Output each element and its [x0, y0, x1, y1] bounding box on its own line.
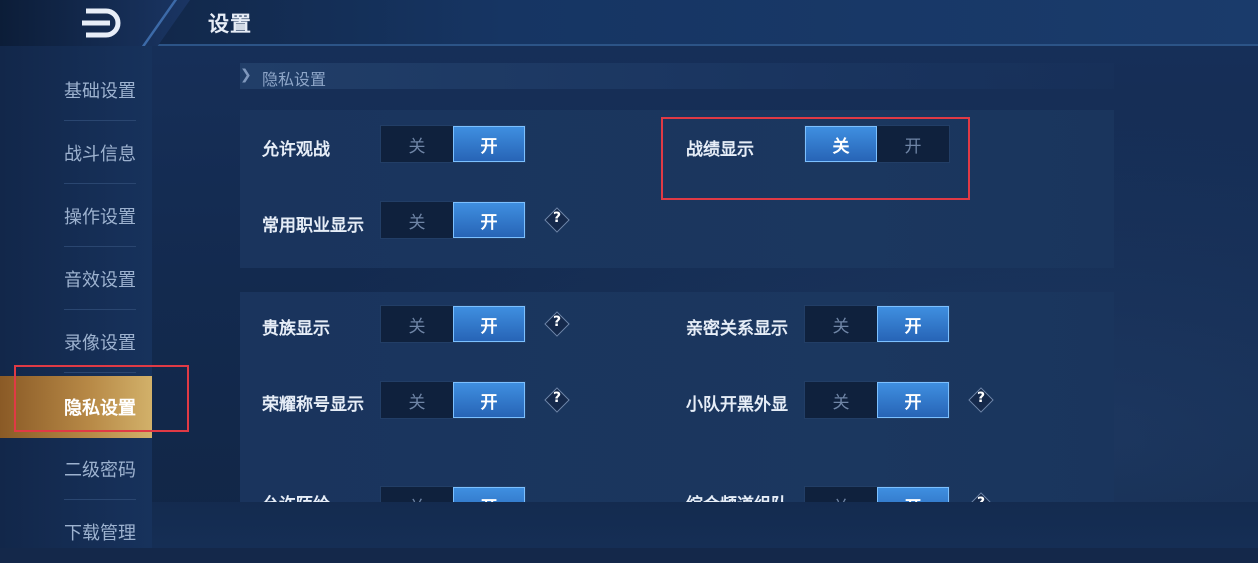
- help-icon[interactable]: ?: [544, 387, 570, 413]
- toggle-off-option[interactable]: 关: [381, 126, 453, 162]
- setting-label: 常用职业显示: [262, 216, 364, 236]
- chevron-right-icon: ❯: [240, 67, 252, 83]
- honor-title-display-toggle[interactable]: 关 开: [380, 381, 526, 419]
- setting-label: 亲密关系显示: [686, 319, 788, 339]
- sidebar-item-controls[interactable]: 操作设置: [0, 185, 152, 247]
- toggle-off-option[interactable]: 关: [805, 382, 877, 418]
- setting-label: 荣耀称号显示: [262, 395, 364, 415]
- toggle-off-option[interactable]: 关: [381, 306, 453, 342]
- toggle-off-option[interactable]: 关: [381, 202, 453, 238]
- sidebar-item-replay[interactable]: 录像设置: [0, 311, 152, 373]
- bottom-band: [152, 502, 1258, 548]
- toggle-on-option[interactable]: 开: [453, 487, 525, 502]
- noble-display-toggle[interactable]: 关 开: [380, 305, 526, 343]
- sidebar-item-battle-info[interactable]: 战斗信息: [0, 122, 152, 184]
- toggle-off-option[interactable]: 关: [381, 487, 453, 503]
- toggle-off-option[interactable]: 关: [805, 487, 877, 503]
- toggle-off-option[interactable]: 关: [805, 306, 877, 342]
- header-bar: 设置: [0, 0, 1258, 46]
- partial-toggle-2[interactable]: 关 开: [804, 486, 950, 502]
- toggle-on-option[interactable]: 开: [453, 202, 525, 238]
- sidebar-item-label: 音效设置: [64, 270, 136, 291]
- sidebar-item-audio[interactable]: 音效设置: [0, 248, 152, 310]
- sidebar-item-label: 战斗信息: [64, 144, 136, 165]
- toggle-on-option[interactable]: 开: [877, 306, 949, 342]
- toggle-on-option[interactable]: 开: [453, 126, 525, 162]
- section-title: 隐私设置: [262, 70, 327, 89]
- toggle-on-option[interactable]: 开: [877, 382, 949, 418]
- sidebar-item-label: 二级密码: [64, 460, 136, 481]
- partial-toggle-1[interactable]: 关 开: [380, 486, 526, 502]
- setting-label: 小队开黑外显: [686, 395, 788, 415]
- page-title: 设置: [208, 12, 252, 36]
- partial-row: 允许陌给 关 开 综合频道组队 关 开 ?: [240, 484, 1114, 502]
- sidebar-item-label: 下载管理: [64, 523, 136, 544]
- team-display-toggle[interactable]: 关 开: [804, 381, 950, 419]
- highlight-box-sidebar: [14, 365, 189, 432]
- section-header: ❯ 隐私设置: [240, 63, 1114, 89]
- toggle-on-option[interactable]: 开: [453, 382, 525, 418]
- intimacy-display-toggle[interactable]: 关 开: [804, 305, 950, 343]
- help-icon[interactable]: ?: [544, 207, 570, 233]
- sidebar-item-label: 操作设置: [64, 207, 136, 228]
- back-button[interactable]: [0, 0, 190, 46]
- setting-label: 贵族显示: [262, 319, 330, 339]
- highlight-box-record-display: [661, 117, 970, 200]
- toggle-on-option[interactable]: 开: [877, 487, 949, 502]
- allow-spectate-toggle[interactable]: 关 开: [380, 125, 526, 163]
- setting-label: 允许陌给: [262, 490, 330, 502]
- sidebar-item-basic[interactable]: 基础设置: [0, 59, 152, 121]
- common-role-display-toggle[interactable]: 关 开: [380, 201, 526, 239]
- toggle-off-option[interactable]: 关: [381, 382, 453, 418]
- back-arrow-icon: [82, 8, 121, 38]
- help-icon[interactable]: ?: [968, 492, 994, 502]
- sidebar-item-label: 录像设置: [64, 333, 136, 354]
- sidebar-item-downloads[interactable]: 下载管理: [0, 501, 152, 563]
- help-icon[interactable]: ?: [968, 387, 994, 413]
- setting-label: 允许观战: [262, 140, 330, 160]
- setting-label: 综合频道组队: [686, 490, 788, 502]
- sidebar-item-secondary-password[interactable]: 二级密码: [0, 438, 152, 500]
- help-icon[interactable]: ?: [544, 311, 570, 337]
- sidebar-item-label: 基础设置: [64, 81, 136, 102]
- toggle-on-option[interactable]: 开: [453, 306, 525, 342]
